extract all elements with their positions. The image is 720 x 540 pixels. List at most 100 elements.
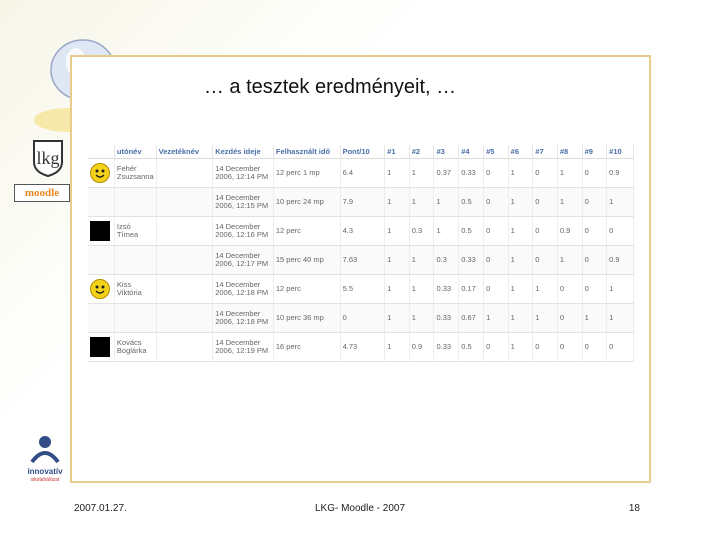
question-score: 1 [409,158,435,188]
question-score: 0 [582,274,608,304]
column-header [88,145,115,159]
question-score: 1 [557,158,583,188]
avatar-cell [88,216,115,246]
question-score: 1 [508,274,534,304]
column-header[interactable]: utónév [114,145,157,159]
start-time[interactable]: 14 December 2006, 12:14 PM [212,158,274,188]
time-taken: 15 perc 40 mp [273,245,341,275]
column-header[interactable]: #3 [433,145,460,159]
question-score: 0 [557,332,583,362]
table-row: Kiss Viktória 14 December 2006, 12:18 PM 1… [88,274,634,304]
surname-cell [156,216,214,246]
student-name[interactable]: Kovács Boglárka [114,332,157,362]
question-score: 1 [606,274,634,304]
avatar[interactable] [90,221,110,241]
score[interactable]: 7.9 [340,187,386,217]
question-score: 1 [508,158,534,188]
school-logo: lkg [33,140,63,178]
question-score: 0 [582,187,608,217]
avatar[interactable] [90,337,110,357]
question-score: 0 [532,332,558,362]
question-score: 0.33 [433,274,460,304]
score[interactable]: 4.3 [340,216,386,246]
column-header[interactable]: Vezetéknév [156,145,214,159]
student-name[interactable]: Kiss Viktória [114,274,157,304]
question-score: 1 [606,187,634,217]
question-score: 0.9 [606,245,634,275]
question-score: 0.67 [458,303,485,333]
question-score: 1 [384,303,410,333]
column-header[interactable]: #9 [582,145,608,159]
question-score: 1 [409,245,435,275]
table-row: Fehér Zsuzsanna 14 December 2006, 12:14 P… [88,158,634,188]
time-taken: 12 perc [273,216,341,246]
question-score: 1 [508,216,534,246]
question-score: 0.3 [409,216,435,246]
start-time[interactable]: 14 December 2006, 12:18 PM [212,303,274,333]
question-score: 1 [532,303,558,333]
question-score: 0.9 [606,158,634,188]
start-time[interactable]: 14 December 2006, 12:16 PM [212,216,274,246]
question-score: 0 [606,216,634,246]
avatar-cell [88,303,115,333]
column-header[interactable]: #5 [483,145,509,159]
svg-text:innovatív: innovatív [27,467,63,476]
question-score: 0.33 [433,303,460,333]
question-score: 1 [508,245,534,275]
time-taken: 16 perc [273,332,341,362]
question-score: 0 [483,158,509,188]
column-header[interactable]: #6 [508,145,534,159]
score[interactable]: 4.73 [340,332,386,362]
question-score: 0.9 [409,332,435,362]
question-score: 0.5 [458,187,485,217]
column-header[interactable]: #7 [532,145,558,159]
question-score: 0.5 [458,216,485,246]
footer-date: 2007.01.27. [74,503,127,514]
start-time[interactable]: 14 December 2006, 12:18 PM [212,274,274,304]
question-score: 0 [582,245,608,275]
column-header[interactable]: #8 [557,145,583,159]
column-header[interactable]: #10 [606,145,634,159]
student-name[interactable]: Fehér Zsuzsanna [114,158,157,188]
column-header[interactable]: #4 [458,145,485,159]
start-time[interactable]: 14 December 2006, 12:19 PM [212,332,274,362]
avatar-cell [88,274,115,304]
question-score: 1 [606,303,634,333]
column-header[interactable]: Pont/10 [340,145,386,159]
results-table: utónév Vezetéknév Kezdés ideje Felhasznált … [88,145,634,362]
question-score: 0.33 [458,245,485,275]
results-table-container: utónév Vezetéknév Kezdés ideje Felhasznált … [88,145,634,362]
score[interactable]: 5.5 [340,274,386,304]
question-score: 0.3 [433,245,460,275]
smiley-avatar-icon[interactable] [90,279,110,299]
student-name[interactable]: Izsó Tímea [114,216,157,246]
question-score: 0.33 [458,158,485,188]
column-header[interactable]: Kezdés ideje [212,145,274,159]
start-time[interactable]: 14 December 2006, 12:15 PM [212,187,274,217]
score[interactable]: 7.63 [340,245,386,275]
column-header[interactable]: #1 [384,145,410,159]
student-name[interactable] [114,303,157,333]
student-name[interactable] [114,245,157,275]
time-taken: 12 perc 1 mp [273,158,341,188]
column-header[interactable]: Felhasznált idő [273,145,341,159]
question-score: 1 [508,187,534,217]
question-score: 0 [557,303,583,333]
question-score: 0 [483,187,509,217]
question-score: 0 [606,332,634,362]
question-score: 1 [433,187,460,217]
question-score: 0 [532,216,558,246]
question-score: 0 [582,216,608,246]
avatar-cell [88,332,115,362]
smiley-avatar-icon[interactable] [90,163,110,183]
start-time[interactable]: 14 December 2006, 12:17 PM [212,245,274,275]
column-header[interactable]: #2 [409,145,435,159]
score[interactable]: 0 [340,303,386,333]
avatar-cell [88,245,115,275]
question-score: 0 [483,216,509,246]
question-score: 1 [557,245,583,275]
student-name[interactable] [114,187,157,217]
score[interactable]: 6.4 [340,158,386,188]
question-score: 1 [508,303,534,333]
question-score: 1 [433,216,460,246]
